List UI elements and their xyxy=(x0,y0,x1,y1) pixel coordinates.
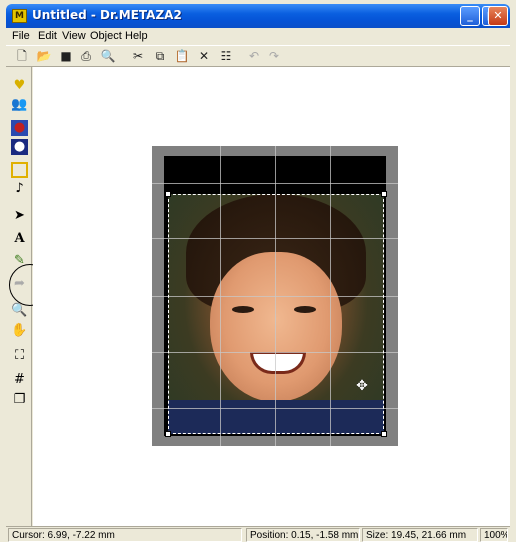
status-position: Position: 0.15, -1.58 mm xyxy=(246,528,360,542)
status-cursor: Cursor: 6.99, -7.22 mm xyxy=(8,528,242,542)
print-preview-icon[interactable]: 🔍 xyxy=(100,49,116,64)
close-button[interactable]: ✕ xyxy=(488,6,508,26)
menu-help[interactable]: Help xyxy=(125,30,148,42)
menu-edit[interactable]: Edit xyxy=(38,30,57,42)
hand-icon[interactable]: ✋ xyxy=(11,323,28,339)
properties-icon[interactable]: ☷ xyxy=(218,49,234,64)
resize-handle-top-left[interactable] xyxy=(165,191,171,197)
title-bar[interactable]: M Untitled - Dr.METAZA2 _ □ ✕ xyxy=(6,4,510,28)
canvas-area[interactable]: ✥ xyxy=(33,67,510,526)
selection-box[interactable] xyxy=(168,194,384,434)
page-frame: ✥ xyxy=(152,146,398,446)
resize-handle-bottom-right[interactable] xyxy=(381,431,387,437)
menu-bar: File Edit View Object Help xyxy=(6,28,510,45)
print-icon[interactable]: ⎙ xyxy=(78,49,94,64)
save-icon[interactable]: ■ xyxy=(58,49,74,64)
tool-palette: ♥ 👥 ● ● ♪ ➤ A ✎ ➦ 🔍 ✋ ⛶ # ❐ xyxy=(6,67,51,526)
grid-icon[interactable]: # xyxy=(11,372,28,388)
cut-icon[interactable]: ✂ xyxy=(130,49,146,64)
resize-handle-bottom-left[interactable] xyxy=(165,431,171,437)
text-icon[interactable]: A xyxy=(11,231,28,247)
app-window: M Untitled - Dr.METAZA2 _ □ ✕ File Edit … xyxy=(0,0,516,542)
window-title: Untitled - Dr.METAZA2 xyxy=(32,8,182,22)
delete-icon[interactable]: ✕ xyxy=(196,49,212,64)
grid-line xyxy=(152,183,398,184)
select-arrow-icon[interactable]: ➤ xyxy=(11,208,28,224)
single-photo-icon[interactable]: ● xyxy=(11,120,28,136)
group-photo-icon[interactable]: 👥 xyxy=(11,97,28,113)
move-cursor-icon: ✥ xyxy=(356,378,368,394)
open-icon[interactable]: 📂 xyxy=(36,49,52,64)
undo-icon[interactable]: ↶ xyxy=(246,49,262,64)
minimize-button[interactable]: _ xyxy=(460,6,480,26)
note-icon[interactable]: ♪ xyxy=(11,181,28,197)
status-size: Size: 19.45, 21.66 mm xyxy=(362,528,478,542)
copy-icon[interactable]: ⧉ xyxy=(152,49,168,64)
new-icon[interactable]: 🗋 xyxy=(14,49,30,64)
portrait-icon[interactable]: ● xyxy=(11,139,28,155)
menu-file[interactable]: File xyxy=(12,30,30,42)
menu-object[interactable]: Object xyxy=(90,30,122,42)
heart-frame-icon[interactable]: ♥ xyxy=(11,78,28,94)
fit-icon[interactable]: ⛶ xyxy=(11,348,28,364)
main-toolbar: 🗋 📂 ■ ⎙ 🔍 ✂ ⧉ 📋 ✕ ☷ ↶ ↷ xyxy=(6,45,510,67)
redo-icon[interactable]: ↷ xyxy=(266,49,282,64)
rectangle-icon[interactable] xyxy=(11,162,28,178)
layers-icon[interactable]: ❐ xyxy=(11,392,28,408)
status-zoom: 100% xyxy=(480,528,508,542)
paste-icon[interactable]: 📋 xyxy=(174,49,190,64)
status-bar: Cursor: 6.99, -7.22 mm Position: 0.15, -… xyxy=(6,526,510,542)
resize-handle-top-right[interactable] xyxy=(381,191,387,197)
menu-view[interactable]: View xyxy=(62,30,86,42)
app-logo-icon: M xyxy=(12,9,27,23)
